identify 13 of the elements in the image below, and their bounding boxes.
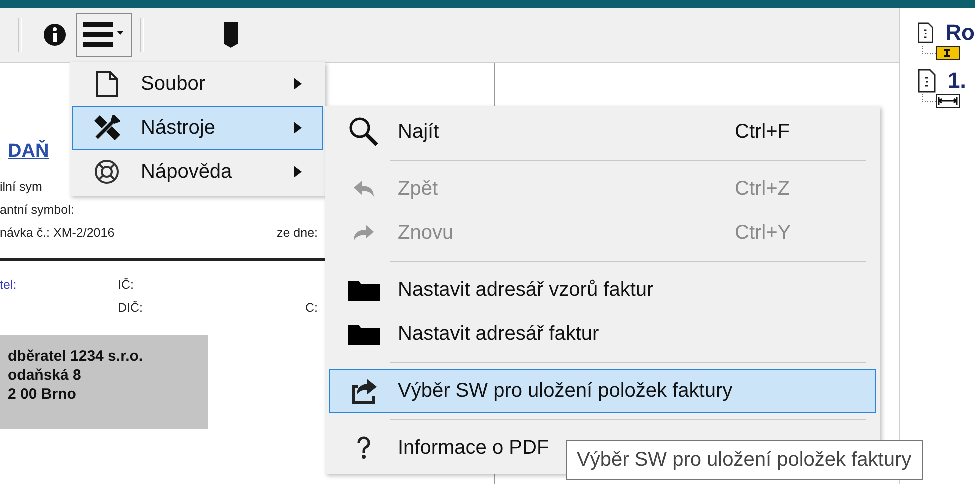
document-text: DIČ: (118, 300, 143, 314)
tooltip: Výběr SW pro uložení položek faktury (566, 440, 923, 480)
document-text: ze dne: (276, 226, 318, 240)
address-line: dběratel 1234 s.r.o. (8, 347, 144, 366)
document-label: tel: (0, 278, 17, 292)
address-line: odaňská 8 (8, 366, 82, 385)
document-title: DAŇ (8, 141, 50, 163)
document-text: IČ: (118, 278, 134, 292)
document-text: C: (306, 300, 318, 314)
document-text: návka č.: XM-2/2016 (0, 226, 115, 240)
document-text: antní symbol: (0, 202, 74, 216)
document-text: ilní sym (0, 180, 42, 194)
address-line: 2 00 Brno (8, 385, 78, 404)
